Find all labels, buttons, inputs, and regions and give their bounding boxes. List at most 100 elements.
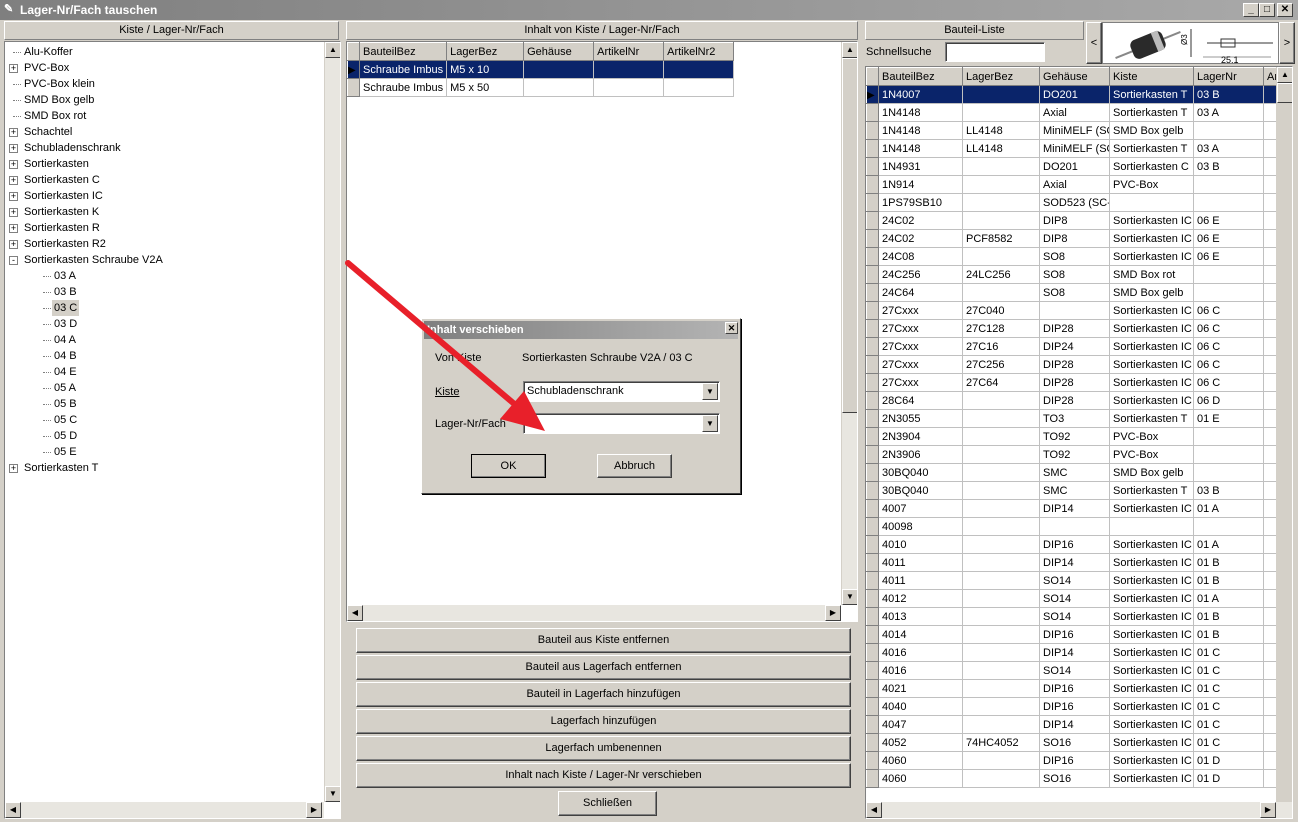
table-row[interactable]: 4040 DIP16 Sortierkasten IC 01 C	[866, 697, 1284, 716]
expand-icon[interactable]: +	[9, 464, 18, 473]
table-cell[interactable]: Sortierkasten IC	[1109, 553, 1194, 572]
table-cell[interactable]: 01 C	[1193, 661, 1264, 680]
table-row[interactable]: 1N4148 Axial Sortierkasten T 03 A	[866, 103, 1284, 122]
content-vscrollbar[interactable]: ▲ ▼	[841, 42, 857, 605]
table-row[interactable]: 4014 DIP16 Sortierkasten IC 01 B	[866, 625, 1284, 644]
table-cell[interactable]: TO92	[1039, 445, 1110, 464]
table-cell[interactable]: 06 C	[1193, 301, 1264, 320]
tree-item[interactable]: + Sortierkasten R	[7, 220, 322, 236]
table-cell[interactable]	[663, 78, 735, 97]
table-row[interactable]: 24C02 PCF8582 DIP8 Sortierkasten IC 06 E	[866, 229, 1284, 248]
table-cell[interactable]: 01 E	[1193, 409, 1264, 428]
table-row[interactable]: 4016 SO14 Sortierkasten IC 01 C	[866, 661, 1284, 680]
table-cell[interactable]: 1N4148	[878, 121, 963, 140]
dropdown-arrow-icon[interactable]: ▼	[702, 383, 718, 400]
action-button[interactable]: Lagerfach umbenennen	[356, 736, 851, 761]
table-row[interactable]: ▶ Schraube Imbus M5 x 10	[347, 60, 735, 79]
action-button[interactable]: Inhalt nach Kiste / Lager-Nr verschieben	[356, 763, 851, 788]
table-cell[interactable]	[962, 679, 1040, 698]
table-cell[interactable]: DIP8	[1039, 211, 1110, 230]
table-cell[interactable]: 01 C	[1193, 733, 1264, 752]
table-cell[interactable]: 27C16	[962, 337, 1040, 356]
table-cell[interactable]	[1193, 265, 1264, 284]
table-cell[interactable]: DIP16	[1039, 679, 1110, 698]
table-row[interactable]: 40098	[866, 517, 1284, 536]
table-cell[interactable]	[962, 589, 1040, 608]
tree-item[interactable]: + Sortierkasten K	[7, 204, 322, 220]
ok-button[interactable]: OK	[471, 454, 546, 478]
table-cell[interactable]: 01 C	[1193, 715, 1264, 734]
table-cell[interactable]: DIP16	[1039, 697, 1110, 716]
scroll-up-icon[interactable]: ▲	[325, 42, 340, 58]
column-header[interactable]: Kiste	[1109, 67, 1194, 86]
table-cell[interactable]: 2N3904	[878, 427, 963, 446]
table-cell[interactable]: 03 B	[1193, 85, 1264, 104]
scroll-up-icon[interactable]: ▲	[1277, 67, 1292, 83]
table-cell[interactable]: SO8	[1039, 247, 1110, 266]
table-cell[interactable]	[962, 85, 1040, 104]
table-cell[interactable]: SO16	[1039, 733, 1110, 752]
tree-item[interactable]: 05 D	[7, 428, 322, 444]
table-cell[interactable]	[962, 445, 1040, 464]
table-row[interactable]: 2N3906 TO92 PVC-Box	[866, 445, 1284, 464]
table-cell[interactable]: 4052	[878, 733, 963, 752]
action-button[interactable]: Bauteil aus Kiste entfernen	[356, 628, 851, 653]
quicksearch-input[interactable]	[945, 42, 1045, 62]
table-cell[interactable]	[962, 463, 1040, 482]
table-cell[interactable]: 4060	[878, 751, 963, 770]
table-row[interactable]: 24C64 SO8 SMD Box gelb	[866, 283, 1284, 302]
table-row[interactable]: 1PS79SB10 SOD523 (SC-	[866, 193, 1284, 212]
table-cell[interactable]	[962, 193, 1040, 212]
cancel-button[interactable]: Abbruch	[597, 454, 672, 478]
table-cell[interactable]: Sortierkasten IC	[1109, 625, 1194, 644]
column-header[interactable]: LagerNr	[1193, 67, 1264, 86]
table-cell[interactable]	[1109, 193, 1194, 212]
table-cell[interactable]: 01 A	[1193, 589, 1264, 608]
table-row[interactable]: Schraube Imbus M5 x 50	[347, 78, 735, 97]
scroll-left-icon[interactable]: ◀	[347, 605, 363, 621]
table-cell[interactable]: 01 C	[1193, 679, 1264, 698]
close-button[interactable]: ✕	[1277, 3, 1293, 17]
table-cell[interactable]: Sortierkasten T	[1109, 139, 1194, 158]
table-cell[interactable]: DIP14	[1039, 715, 1110, 734]
table-cell[interactable]: Schraube Imbus	[358, 78, 448, 97]
tree-item[interactable]: PVC-Box klein	[7, 76, 322, 92]
tree-item[interactable]: 04 B	[7, 348, 322, 364]
tree-item[interactable]: 05 E	[7, 444, 322, 460]
table-cell[interactable]: SMC	[1039, 481, 1110, 500]
table-cell[interactable]: TO92	[1039, 427, 1110, 446]
table-cell[interactable]: TO3	[1039, 409, 1110, 428]
table-cell[interactable]	[663, 60, 735, 79]
table-row[interactable]: 24C08 SO8 Sortierkasten IC 06 E	[866, 247, 1284, 266]
tree-item[interactable]: 03 A	[7, 268, 322, 284]
table-cell[interactable]	[1193, 283, 1264, 302]
table-cell[interactable]: Sortierkasten IC	[1109, 535, 1194, 554]
tree-item[interactable]: 05 A	[7, 380, 322, 396]
table-cell[interactable]: SO14	[1039, 661, 1110, 680]
table-cell[interactable]: Sortierkasten IC	[1109, 643, 1194, 662]
table-cell[interactable]: 4021	[878, 679, 963, 698]
table-cell[interactable]	[962, 751, 1040, 770]
table-cell[interactable]	[962, 481, 1040, 500]
table-cell[interactable]: 24C02	[878, 229, 963, 248]
table-cell[interactable]: SO14	[1039, 607, 1110, 626]
column-header[interactable]: LagerBez	[446, 42, 525, 61]
table-cell[interactable]: SO8	[1039, 265, 1110, 284]
table-cell[interactable]: Sortierkasten IC	[1109, 337, 1194, 356]
tree-item[interactable]: 04 A	[7, 332, 322, 348]
table-cell[interactable]: 01 A	[1193, 535, 1264, 554]
table-cell[interactable]: DO201	[1039, 157, 1110, 176]
scroll-down-icon[interactable]: ▼	[842, 589, 857, 605]
table-cell[interactable]	[593, 78, 665, 97]
table-cell[interactable]: 01 A	[1193, 499, 1264, 518]
table-cell[interactable]: 06 E	[1193, 247, 1264, 266]
action-button[interactable]: Lagerfach hinzufügen	[356, 709, 851, 734]
column-header[interactable]: ArtikelNr	[593, 42, 665, 61]
table-row[interactable]: 30BQ040 SMC SMD Box gelb	[866, 463, 1284, 482]
table-cell[interactable]: 30BQ040	[878, 463, 963, 482]
table-row[interactable]: 27Cxxx 27C128 DIP28 Sortierkasten IC 06 C	[866, 319, 1284, 338]
table-cell[interactable]: 03 B	[1193, 481, 1264, 500]
table-cell[interactable]	[1193, 517, 1264, 536]
table-cell[interactable]	[1193, 445, 1264, 464]
table-cell[interactable]: 27Cxxx	[878, 301, 963, 320]
